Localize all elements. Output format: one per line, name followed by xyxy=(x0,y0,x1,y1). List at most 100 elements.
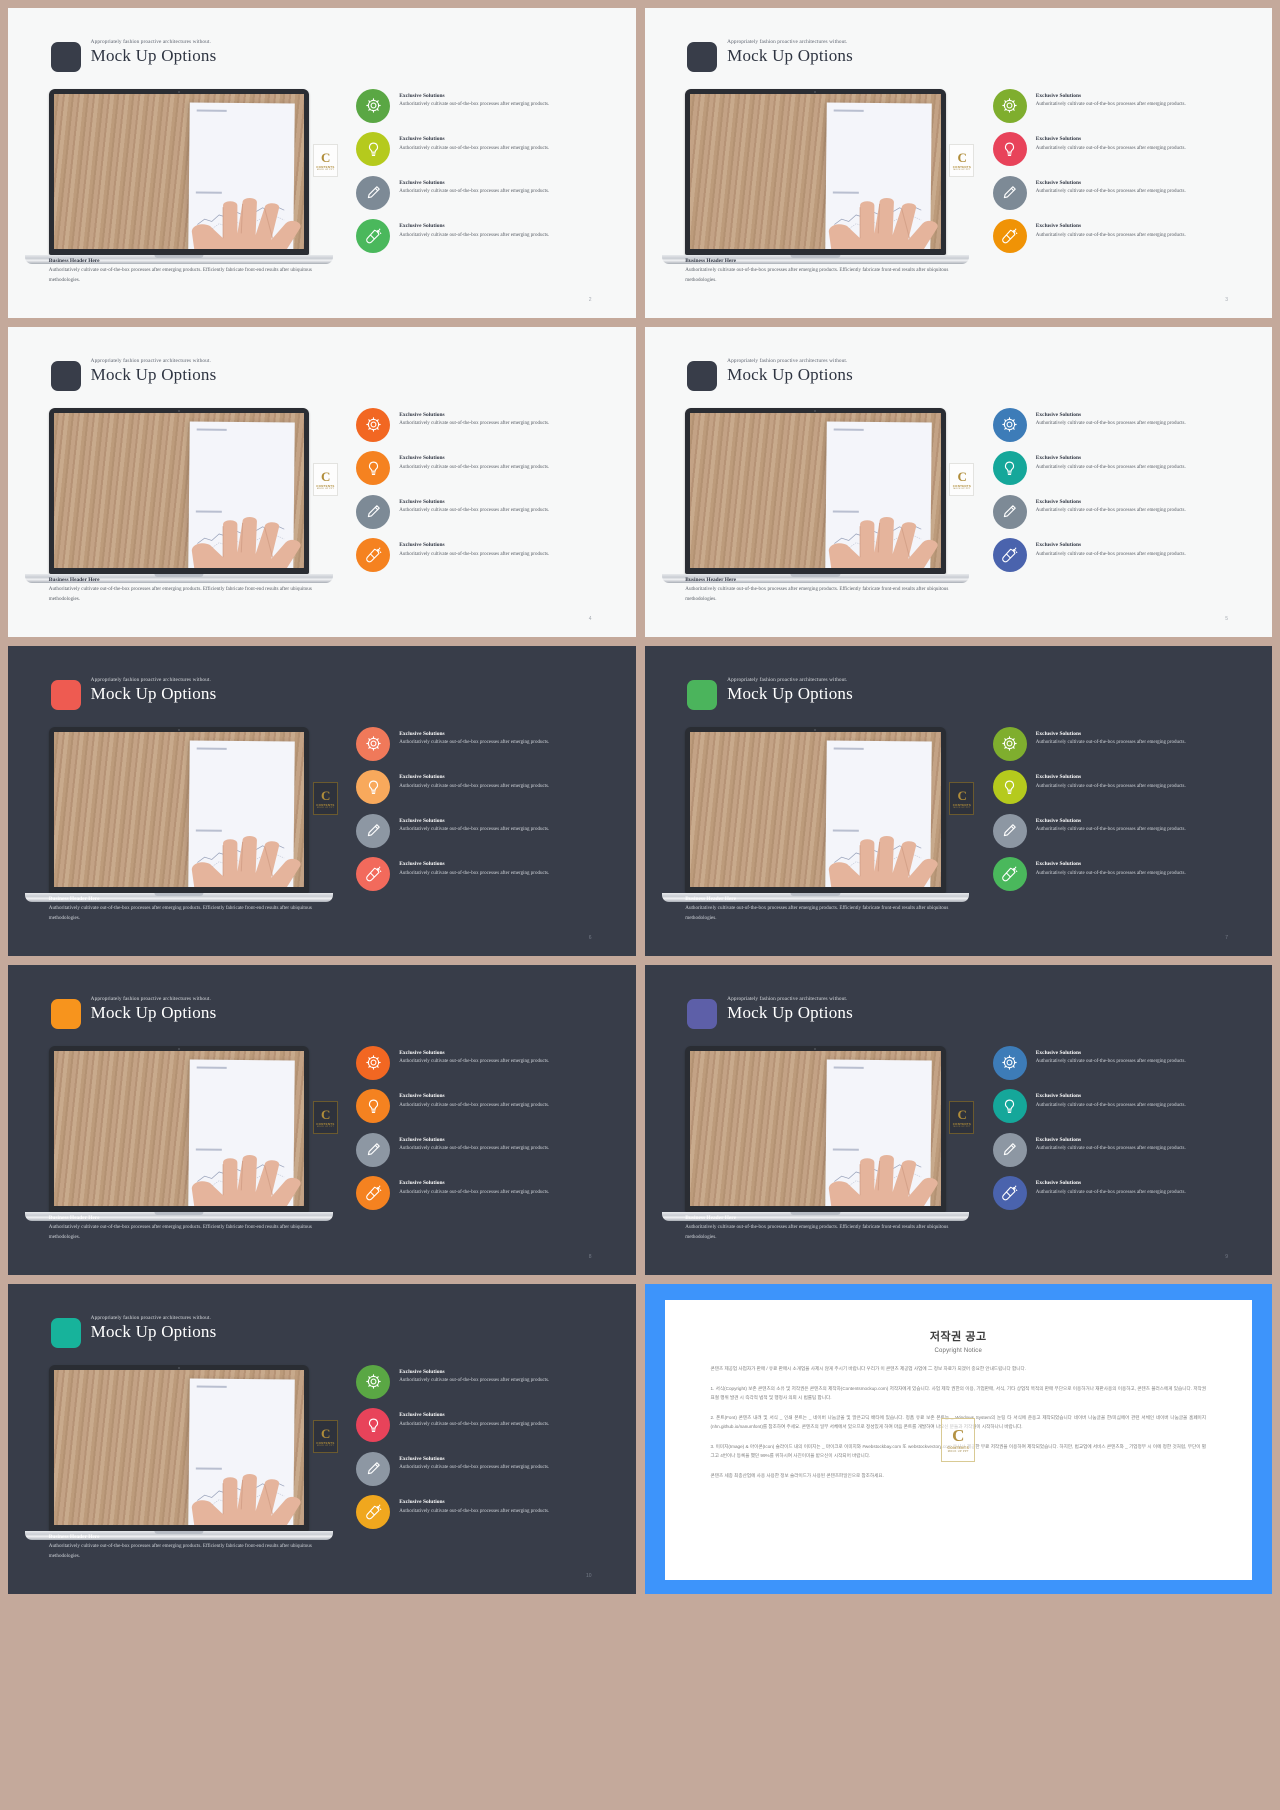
laptop-screen xyxy=(54,1051,304,1206)
feature-item[interactable]: Exclusive Solutions Authoritatively culti… xyxy=(356,857,620,892)
feature-item[interactable]: Exclusive Solutions Authoritatively culti… xyxy=(356,219,620,254)
rocket-icon[interactable] xyxy=(356,1176,391,1211)
feature-item[interactable]: Exclusive Solutions Authoritatively culti… xyxy=(356,1132,620,1167)
feature-item[interactable]: Exclusive Solutions Authoritatively culti… xyxy=(356,813,620,848)
rocket-icon[interactable] xyxy=(356,857,391,892)
business-blurb: Business Header Here Authoritatively cult… xyxy=(685,577,961,605)
pencil-icon[interactable] xyxy=(356,813,391,848)
blurb-body: Authoritatively cultivate out-of-the-box… xyxy=(685,266,949,283)
feature-item[interactable]: Exclusive Solutions Authoritatively culti… xyxy=(992,175,1257,210)
feature-item[interactable]: Exclusive Solutions Authoritatively culti… xyxy=(356,1364,620,1399)
badge-letter: C xyxy=(957,468,967,484)
badge-line2: MOCK UP PPT xyxy=(316,806,335,809)
feature-item[interactable]: Exclusive Solutions Authoritatively culti… xyxy=(356,1451,620,1486)
slide-10[interactable]: Appropriately fashion proactive architec… xyxy=(8,1284,636,1594)
gear-icon[interactable] xyxy=(356,1045,391,1080)
feature-list: Exclusive Solutions Authoritatively culti… xyxy=(992,88,1257,263)
feature-item[interactable]: Exclusive Solutions Authoritatively culti… xyxy=(356,1408,620,1443)
feature-text: Exclusive Solutions Authoritatively culti… xyxy=(399,132,549,153)
feature-item[interactable]: Exclusive Solutions Authoritatively culti… xyxy=(992,132,1257,167)
slide-copyright[interactable]: 저작권 공고 Copyright Notice 콘텐츠 제공업 사업자가 판매 / … xyxy=(644,1284,1272,1594)
feature-heading: Exclusive Solutions xyxy=(1035,1180,1082,1187)
lightbulb-icon[interactable] xyxy=(992,1089,1027,1124)
feature-item[interactable]: Exclusive Solutions Authoritatively culti… xyxy=(992,219,1257,254)
lightbulb-icon[interactable] xyxy=(356,1089,391,1124)
rocket-icon[interactable] xyxy=(356,538,391,573)
lightbulb-icon[interactable] xyxy=(992,451,1027,486)
rocket-icon[interactable] xyxy=(992,538,1027,573)
feature-list: Exclusive Solutions Authoritatively culti… xyxy=(356,88,620,263)
pencil-icon[interactable] xyxy=(992,1132,1027,1167)
feature-item[interactable]: Exclusive Solutions Authoritatively culti… xyxy=(992,726,1257,761)
rocket-icon[interactable] xyxy=(356,1495,391,1530)
feature-item[interactable]: Exclusive Solutions Authoritatively culti… xyxy=(992,88,1257,123)
gear-icon[interactable] xyxy=(356,407,391,442)
feature-item[interactable]: Exclusive Solutions Authoritatively culti… xyxy=(356,407,620,442)
pencil-icon[interactable] xyxy=(356,1132,391,1167)
feature-item[interactable]: Exclusive Solutions Authoritatively culti… xyxy=(356,88,620,123)
pencil-icon[interactable] xyxy=(356,494,391,529)
gear-icon[interactable] xyxy=(356,88,391,123)
slide-3[interactable]: Appropriately fashion proactive architec… xyxy=(644,8,1272,318)
gear-icon[interactable] xyxy=(992,726,1027,761)
feature-item[interactable]: Exclusive Solutions Authoritatively culti… xyxy=(992,407,1257,442)
gear-icon[interactable] xyxy=(992,88,1027,123)
feature-item[interactable]: Exclusive Solutions Authoritatively culti… xyxy=(356,494,620,529)
rocket-icon[interactable] xyxy=(992,857,1027,892)
feature-heading: Exclusive Solutions xyxy=(399,542,445,549)
lightbulb-icon[interactable] xyxy=(992,770,1027,805)
lightbulb-icon[interactable] xyxy=(356,770,391,805)
gear-icon[interactable] xyxy=(992,407,1027,442)
feature-item[interactable]: Exclusive Solutions Authoritatively culti… xyxy=(356,726,620,761)
header-chip-icon xyxy=(50,680,81,710)
laptop-screen xyxy=(690,1051,940,1206)
feature-item[interactable]: Exclusive Solutions Authoritatively culti… xyxy=(992,494,1257,529)
feature-item[interactable]: Exclusive Solutions Authoritatively culti… xyxy=(356,1495,620,1530)
feature-item[interactable]: Exclusive Solutions Authoritatively culti… xyxy=(992,1176,1257,1211)
feature-item[interactable]: Exclusive Solutions Authoritatively culti… xyxy=(356,1089,620,1124)
feature-list: Exclusive Solutions Authoritatively culti… xyxy=(992,1045,1257,1220)
feature-item[interactable]: Exclusive Solutions Authoritatively culti… xyxy=(356,1176,620,1211)
gear-icon[interactable] xyxy=(992,1045,1027,1080)
feature-item[interactable]: Exclusive Solutions Authoritatively culti… xyxy=(356,451,620,486)
gear-icon[interactable] xyxy=(356,1364,391,1399)
lightbulb-icon[interactable] xyxy=(356,1408,391,1443)
badge-line2: MOCK UP PPT xyxy=(316,1444,335,1447)
rocket-icon[interactable] xyxy=(356,219,391,254)
feature-item[interactable]: Exclusive Solutions Authoritatively culti… xyxy=(356,770,620,805)
feature-item[interactable]: Exclusive Solutions Authoritatively culti… xyxy=(992,770,1257,805)
slide-9[interactable]: Appropriately fashion proactive architec… xyxy=(644,965,1272,1275)
pencil-icon[interactable] xyxy=(356,1451,391,1486)
feature-item[interactable]: Exclusive Solutions Authoritatively culti… xyxy=(992,1045,1257,1080)
feature-item[interactable]: Exclusive Solutions Authoritatively culti… xyxy=(992,538,1257,573)
pencil-icon[interactable] xyxy=(992,175,1027,210)
pencil-icon[interactable] xyxy=(356,175,391,210)
slide-5[interactable]: Appropriately fashion proactive architec… xyxy=(644,327,1272,637)
badge-line2: MOCK UP PPT xyxy=(316,487,335,490)
feature-item[interactable]: Exclusive Solutions Authoritatively culti… xyxy=(992,1132,1257,1167)
feature-item[interactable]: Exclusive Solutions Authoritatively culti… xyxy=(992,857,1257,892)
slide-4[interactable]: Appropriately fashion proactive architec… xyxy=(8,327,636,637)
lightbulb-icon[interactable] xyxy=(356,132,391,167)
pencil-icon[interactable] xyxy=(992,813,1027,848)
rocket-icon[interactable] xyxy=(992,1176,1027,1211)
feature-item[interactable]: Exclusive Solutions Authoritatively culti… xyxy=(356,175,620,210)
feature-item[interactable]: Exclusive Solutions Authoritatively culti… xyxy=(356,132,620,167)
feature-item[interactable]: Exclusive Solutions Authoritatively culti… xyxy=(356,1045,620,1080)
feature-item[interactable]: Exclusive Solutions Authoritatively culti… xyxy=(356,538,620,573)
slide-6[interactable]: Appropriately fashion proactive architec… xyxy=(8,646,636,956)
gear-icon[interactable] xyxy=(356,726,391,761)
lightbulb-icon[interactable] xyxy=(992,132,1027,167)
copyright-title: 저작권 공고 xyxy=(929,1331,987,1343)
slide-8[interactable]: Appropriately fashion proactive architec… xyxy=(8,965,636,1275)
rocket-icon[interactable] xyxy=(992,219,1027,254)
lightbulb-icon[interactable] xyxy=(356,451,391,486)
slide-2[interactable]: Appropriately fashion proactive architec… xyxy=(8,8,636,318)
slide-7[interactable]: Appropriately fashion proactive architec… xyxy=(644,646,1272,956)
feature-item[interactable]: Exclusive Solutions Authoritatively culti… xyxy=(992,1089,1257,1124)
feature-item[interactable]: Exclusive Solutions Authoritatively culti… xyxy=(992,451,1257,486)
feature-item[interactable]: Exclusive Solutions Authoritatively culti… xyxy=(992,813,1257,848)
feature-body: Authoritatively cultivate out-of-the-box… xyxy=(1035,740,1186,746)
feature-text: Exclusive Solutions Authoritatively culti… xyxy=(1036,89,1186,110)
pencil-icon[interactable] xyxy=(992,494,1027,529)
